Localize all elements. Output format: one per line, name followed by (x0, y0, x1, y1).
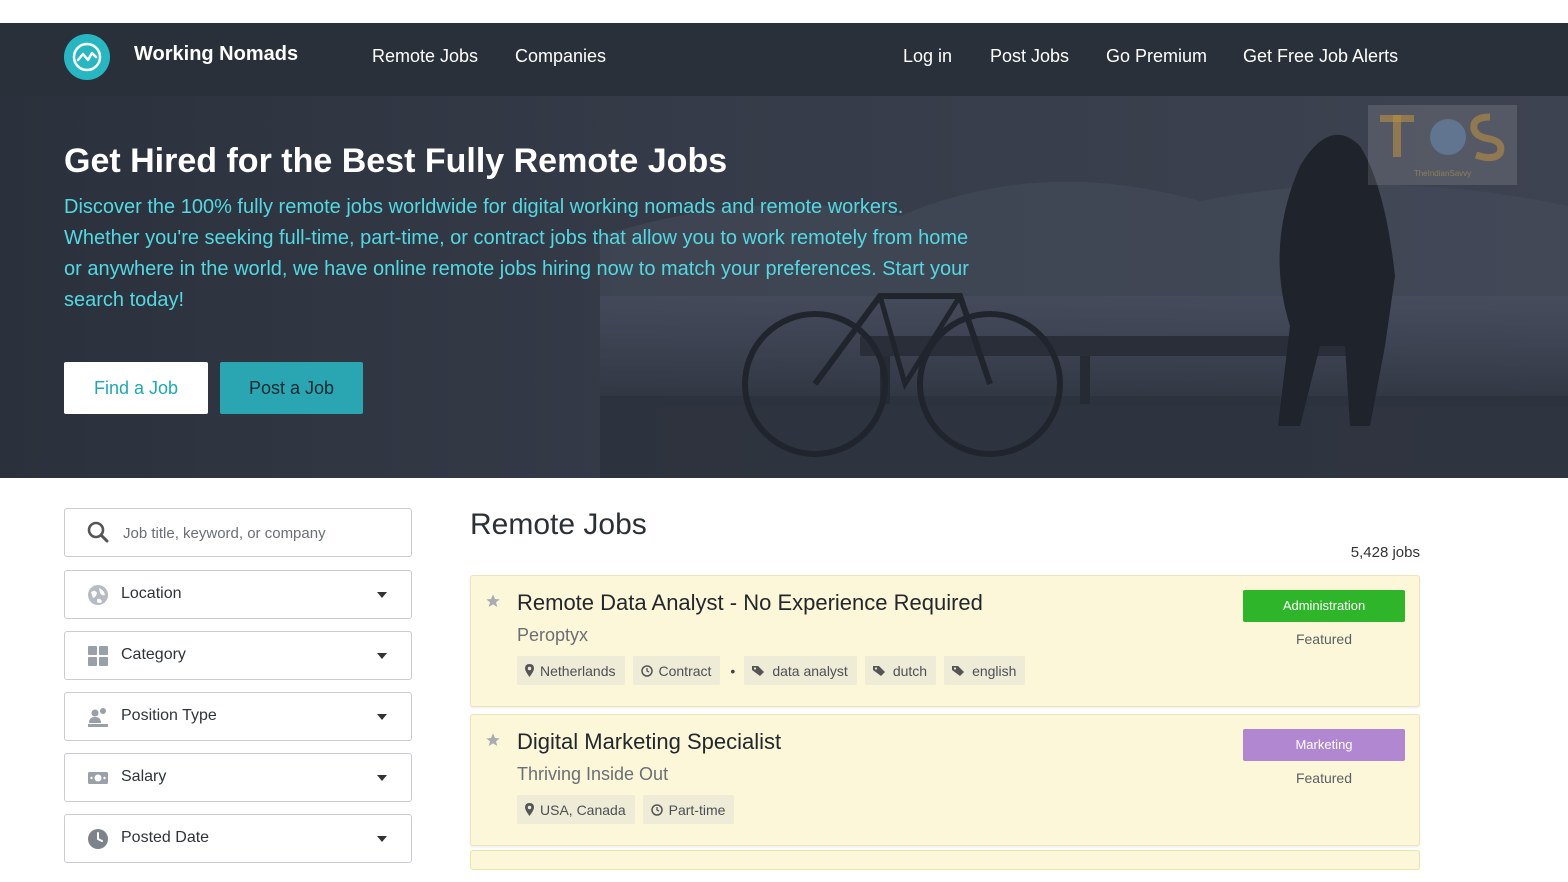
watermark-text: TheIndianSavvy (1413, 169, 1472, 178)
hero-description: Discover the 100% fully remote jobs worl… (64, 196, 969, 311)
job-card[interactable]: Digital Marketing Specialist Thriving In… (470, 714, 1420, 846)
skill-tag[interactable]: dutch (864, 656, 937, 685)
job-type-tag[interactable]: Part-time (642, 795, 735, 824)
clock-icon (650, 803, 663, 816)
category-badge[interactable]: Administration (1243, 590, 1405, 622)
skill-tag[interactable]: english (944, 656, 1026, 685)
category-filter-label: Category (121, 646, 186, 663)
posted-date-filter-label: Posted Date (121, 829, 210, 846)
search-box[interactable] (64, 508, 412, 557)
nav-login-link[interactable]: Log in (903, 46, 952, 67)
search-input[interactable] (123, 521, 393, 545)
hero-title: Get Hired for the Best Fully Remote Jobs (64, 142, 728, 180)
star-icon[interactable] (485, 732, 501, 748)
tag-icon (872, 665, 885, 676)
job-type-tag-label: Part-time (668, 801, 726, 818)
job-title[interactable]: Remote Data Analyst - No Experience Requ… (517, 590, 983, 616)
job-card-partial[interactable] (470, 850, 1420, 870)
top-navbar: Working Nomads Remote Jobs Companies Log… (0, 23, 1568, 96)
chevron-down-icon (377, 592, 387, 598)
job-type-tag[interactable]: Contract (632, 656, 721, 685)
nav-post-jobs-link[interactable]: Post Jobs (990, 46, 1069, 67)
location-tag[interactable]: Netherlands (517, 656, 625, 685)
clock-icon (640, 664, 653, 677)
find-a-job-button[interactable]: Find a Job (64, 362, 208, 414)
position-type-filter-label: Position Type (121, 707, 217, 724)
skill-tag-label: dutch (892, 662, 928, 679)
category-filter-dropdown[interactable]: Category (64, 631, 412, 680)
location-tag-label: Netherlands (540, 662, 616, 679)
location-tag-label: USA, Canada (540, 801, 626, 818)
salary-filter-dropdown[interactable]: Salary (64, 753, 412, 802)
nav-job-alerts-link[interactable]: Get Free Job Alerts (1243, 46, 1398, 67)
search-icon (87, 521, 109, 543)
remote-jobs-heading: Remote Jobs (470, 508, 647, 541)
nav-remote-jobs-link[interactable]: Remote Jobs (372, 46, 478, 67)
skill-tag-label: english (972, 662, 1017, 679)
chevron-down-icon (377, 714, 387, 720)
chevron-down-icon (377, 653, 387, 659)
location-tag[interactable]: USA, Canada (517, 795, 635, 824)
nav-go-premium-link[interactable]: Go Premium (1106, 46, 1207, 67)
map-pin-icon (525, 803, 534, 816)
money-icon (88, 772, 108, 784)
job-company[interactable]: Peroptyx (517, 625, 588, 646)
grid-icon (88, 646, 108, 666)
brand-name[interactable]: Working Nomads (134, 43, 298, 66)
nav-companies-link[interactable]: Companies (515, 46, 606, 67)
chevron-down-icon (377, 775, 387, 781)
location-filter-label: Location (121, 585, 182, 602)
job-title[interactable]: Digital Marketing Specialist (517, 729, 781, 755)
chevron-down-icon (377, 836, 387, 842)
job-type-tag-label: Contract (658, 662, 712, 679)
job-card[interactable]: Remote Data Analyst - No Experience Requ… (470, 575, 1420, 707)
tag-icon (752, 665, 765, 676)
location-filter-dropdown[interactable]: Location (64, 570, 412, 619)
globe-icon (88, 585, 108, 605)
job-tags: Netherlands Contract • data analyst dutc… (517, 656, 1033, 685)
clock-icon (88, 829, 108, 849)
people-icon (88, 708, 108, 727)
posted-date-filter-dropdown[interactable]: Posted Date (64, 814, 412, 863)
tag-icon (952, 665, 965, 676)
star-icon[interactable] (485, 593, 501, 609)
job-company[interactable]: Thriving Inside Out (517, 764, 668, 785)
featured-label: Featured (1295, 770, 1353, 786)
hero-banner: Get Hired for the Best Fully Remote Jobs… (0, 96, 1568, 478)
working-nomads-logo-icon[interactable] (64, 34, 110, 80)
category-badge[interactable]: Marketing (1243, 729, 1405, 761)
skill-tag-label: data analyst (772, 662, 848, 679)
map-pin-icon (525, 664, 534, 677)
featured-label: Featured (1295, 631, 1353, 647)
position-type-filter-dropdown[interactable]: Position Type (64, 692, 412, 741)
watermark-logo: TheIndianSavvy (1368, 105, 1517, 185)
job-tags: USA, Canada Part-time (517, 795, 742, 824)
skill-tag[interactable]: data analyst (744, 656, 857, 685)
salary-filter-label: Salary (121, 768, 167, 785)
post-a-job-button[interactable]: Post a Job (220, 362, 363, 414)
job-count: 5,428 jobs (1350, 544, 1420, 561)
separator-dot: • (730, 662, 736, 679)
